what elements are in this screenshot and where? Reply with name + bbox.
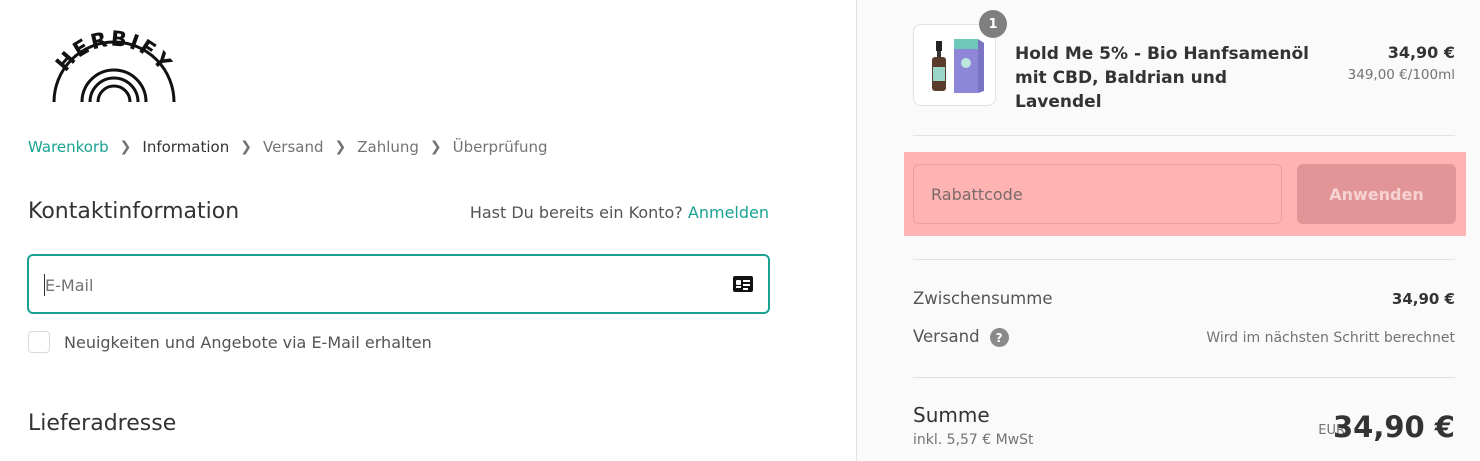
- chevron-right-icon: ❯: [334, 139, 347, 155]
- breadcrumb-payment: Zahlung: [357, 138, 419, 156]
- breadcrumb-shipping: Versand: [262, 138, 324, 156]
- divider: [913, 377, 1455, 378]
- breadcrumb-cart[interactable]: Warenkorb: [28, 138, 109, 156]
- tax-note: inkl. 5,57 € MwSt: [913, 432, 1034, 448]
- product-price: 34,90 €: [1387, 43, 1455, 62]
- shipping-address-title: Lieferadresse: [28, 411, 177, 436]
- chevron-right-icon: ❯: [119, 139, 132, 155]
- email-input[interactable]: [43, 256, 707, 314]
- subtotal-value: 34,90 €: [1391, 290, 1455, 308]
- product-thumbnail: [913, 24, 996, 106]
- quantity-badge: 1: [979, 10, 1007, 38]
- discount-code-field[interactable]: [913, 164, 1282, 224]
- product-image: [932, 39, 984, 93]
- breadcrumb: Warenkorb ❯ Information ❯ Versand ❯ Zahl…: [28, 138, 548, 156]
- product-unit-price: 349,00 €/100ml: [1347, 67, 1455, 83]
- contact-section-title: Kontaktinformation: [28, 199, 240, 224]
- newsletter-option[interactable]: Neuigkeiten und Angebote via E-Mail erha…: [28, 331, 432, 353]
- divider: [913, 135, 1455, 136]
- shipping-label: Versand: [913, 327, 980, 346]
- divider: [913, 259, 1455, 260]
- shipping-value: Wird im nächsten Schritt berechnet: [1206, 330, 1455, 346]
- order-summary: 1 Hold Me 5% - Bio Hanfsamenöl mit CBD, …: [856, 0, 1480, 461]
- herbify-logo[interactable]: HERBIFY: [48, 28, 180, 106]
- newsletter-label: Neuigkeiten und Angebote via E-Mail erha…: [64, 332, 432, 352]
- login-link[interactable]: Anmelden: [688, 203, 769, 222]
- chevron-right-icon: ❯: [240, 139, 252, 155]
- total-value: 34,90 €: [1332, 410, 1455, 444]
- email-field[interactable]: [27, 254, 770, 314]
- breadcrumb-review: Überprüfung: [452, 138, 548, 156]
- breadcrumb-information: Information: [142, 138, 230, 156]
- text-cursor: [44, 274, 45, 296]
- account-prompt-text: Hast Du bereits ein Konto?: [469, 203, 683, 222]
- contact-card-icon[interactable]: [732, 275, 754, 293]
- question-circle-icon[interactable]: ?: [989, 328, 1009, 347]
- account-prompt: Hast Du bereits ein Konto? Anmelden: [470, 203, 769, 222]
- newsletter-checkbox[interactable]: [28, 331, 50, 353]
- apply-discount-button[interactable]: Anwenden: [1297, 164, 1456, 224]
- checkout-main: HERBIFY Warenkorb ❯ Information ❯ Versan…: [0, 0, 856, 461]
- chevron-right-icon: ❯: [429, 139, 442, 155]
- shipping-row: Versand?: [913, 327, 1009, 347]
- subtotal-label: Zwischensumme: [913, 289, 1053, 308]
- total-label: Summe: [913, 403, 990, 427]
- discount-code-input[interactable]: [929, 165, 1273, 223]
- product-name: Hold Me 5% - Bio Hanfsamenöl mit CBD, Ba…: [1015, 44, 1309, 112]
